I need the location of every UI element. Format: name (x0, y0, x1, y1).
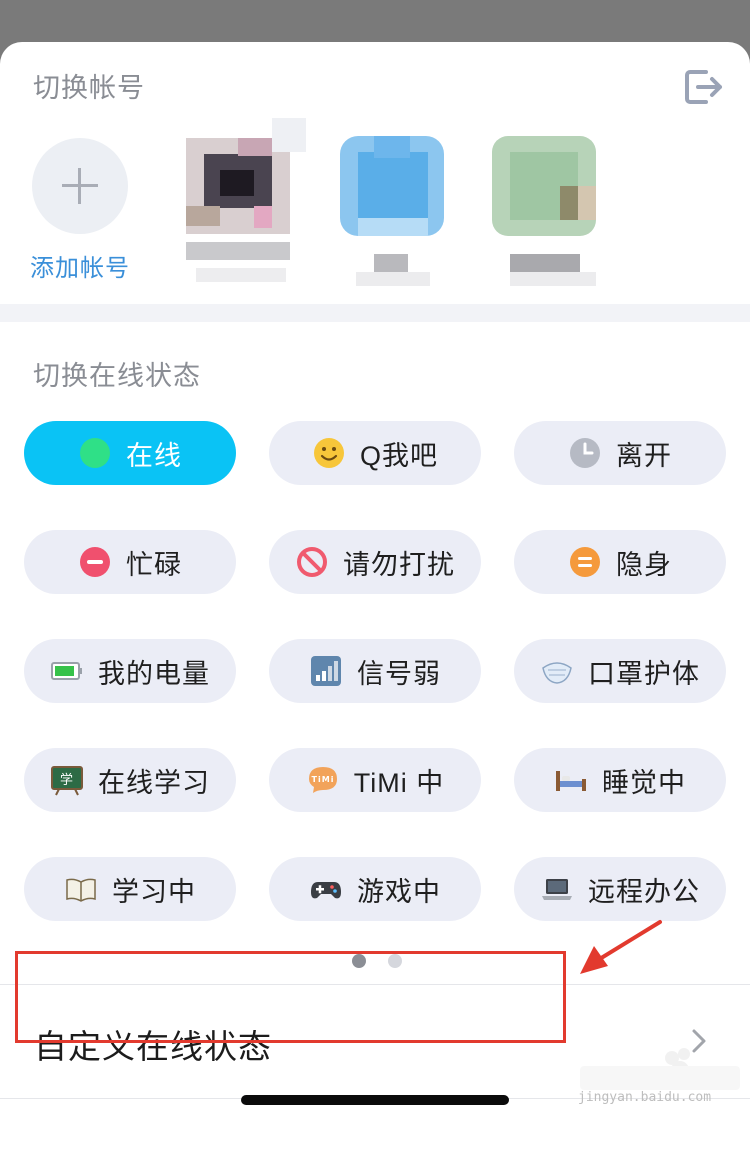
status-button[interactable]: 请勿打扰 (269, 530, 481, 594)
status-label: Q我吧 (359, 440, 438, 471)
status-label: 请勿打扰 (343, 549, 455, 580)
online-dot-icon (78, 436, 112, 470)
book-icon (64, 872, 98, 906)
status-button[interactable]: 远程办公 (514, 857, 726, 921)
signal-icon (309, 654, 343, 688)
logout-icon[interactable] (684, 68, 724, 106)
status-button[interactable]: 睡觉中 (514, 748, 726, 812)
watermark-text: jingyan.baidu.com (578, 1090, 712, 1105)
status-button[interactable]: 我的电量 (24, 639, 236, 703)
status-button[interactable]: TiMi TiMi 中 (269, 748, 481, 812)
add-account-label[interactable]: 添加帐号 (30, 248, 130, 283)
status-button[interactable]: 游戏中 (269, 857, 481, 921)
mask-icon (540, 654, 574, 688)
no-entry-icon (295, 545, 329, 579)
baidu-jingyan-watermark (580, 1048, 740, 1090)
account-avatar-1[interactable] (186, 118, 306, 288)
status-label: 信号弱 (357, 658, 441, 689)
minus-circle-icon (78, 545, 112, 579)
equals-circle-icon (568, 545, 602, 579)
account-avatar-2[interactable] (340, 118, 460, 288)
annotation-arrow-icon (580, 920, 662, 974)
status-label: 远程办公 (588, 876, 700, 907)
clock-icon (568, 436, 602, 470)
status-button[interactable]: 在线 (24, 421, 236, 485)
switch-account-title: 切换帐号 (33, 73, 145, 103)
status-label: 口罩护体 (588, 658, 700, 689)
status-button[interactable]: 隐身 (514, 530, 726, 594)
add-account-button[interactable] (32, 138, 128, 234)
status-label: 学习中 (112, 876, 196, 907)
status-label: 睡觉中 (602, 767, 686, 798)
status-label: 游戏中 (357, 876, 441, 907)
status-label: 我的电量 (98, 658, 210, 689)
status-button[interactable]: 学 在线学习 (24, 748, 236, 812)
timi-icon: TiMi (306, 763, 340, 797)
section-divider (0, 304, 750, 322)
home-indicator[interactable] (241, 1095, 509, 1105)
battery-icon (50, 654, 84, 688)
switch-status-title: 切换在线状态 (33, 361, 201, 391)
status-label: TiMi 中 (353, 767, 445, 798)
status-button[interactable]: 离开 (514, 421, 726, 485)
status-button[interactable]: 口罩护体 (514, 639, 726, 703)
status-button[interactable]: 忙碌 (24, 530, 236, 594)
svg-text:TiMi: TiMi (311, 775, 334, 784)
status-label: 在线 (126, 440, 182, 471)
laptop-icon (540, 872, 574, 906)
smiley-icon (312, 436, 346, 470)
blackboard-icon: 学 (50, 763, 84, 797)
annotation-highlight-box (15, 951, 566, 1043)
gamepad-icon (309, 872, 343, 906)
status-label: 忙碌 (126, 549, 182, 580)
svg-text:学: 学 (60, 772, 74, 788)
status-button[interactable]: 信号弱 (269, 639, 481, 703)
status-label: 在线学习 (98, 767, 210, 798)
status-label: 离开 (616, 440, 672, 471)
status-button[interactable]: 学习中 (24, 857, 236, 921)
bed-icon (554, 763, 588, 797)
status-button[interactable]: Q我吧 (269, 421, 481, 485)
status-label: 隐身 (616, 549, 672, 580)
account-avatar-3[interactable] (492, 118, 612, 288)
